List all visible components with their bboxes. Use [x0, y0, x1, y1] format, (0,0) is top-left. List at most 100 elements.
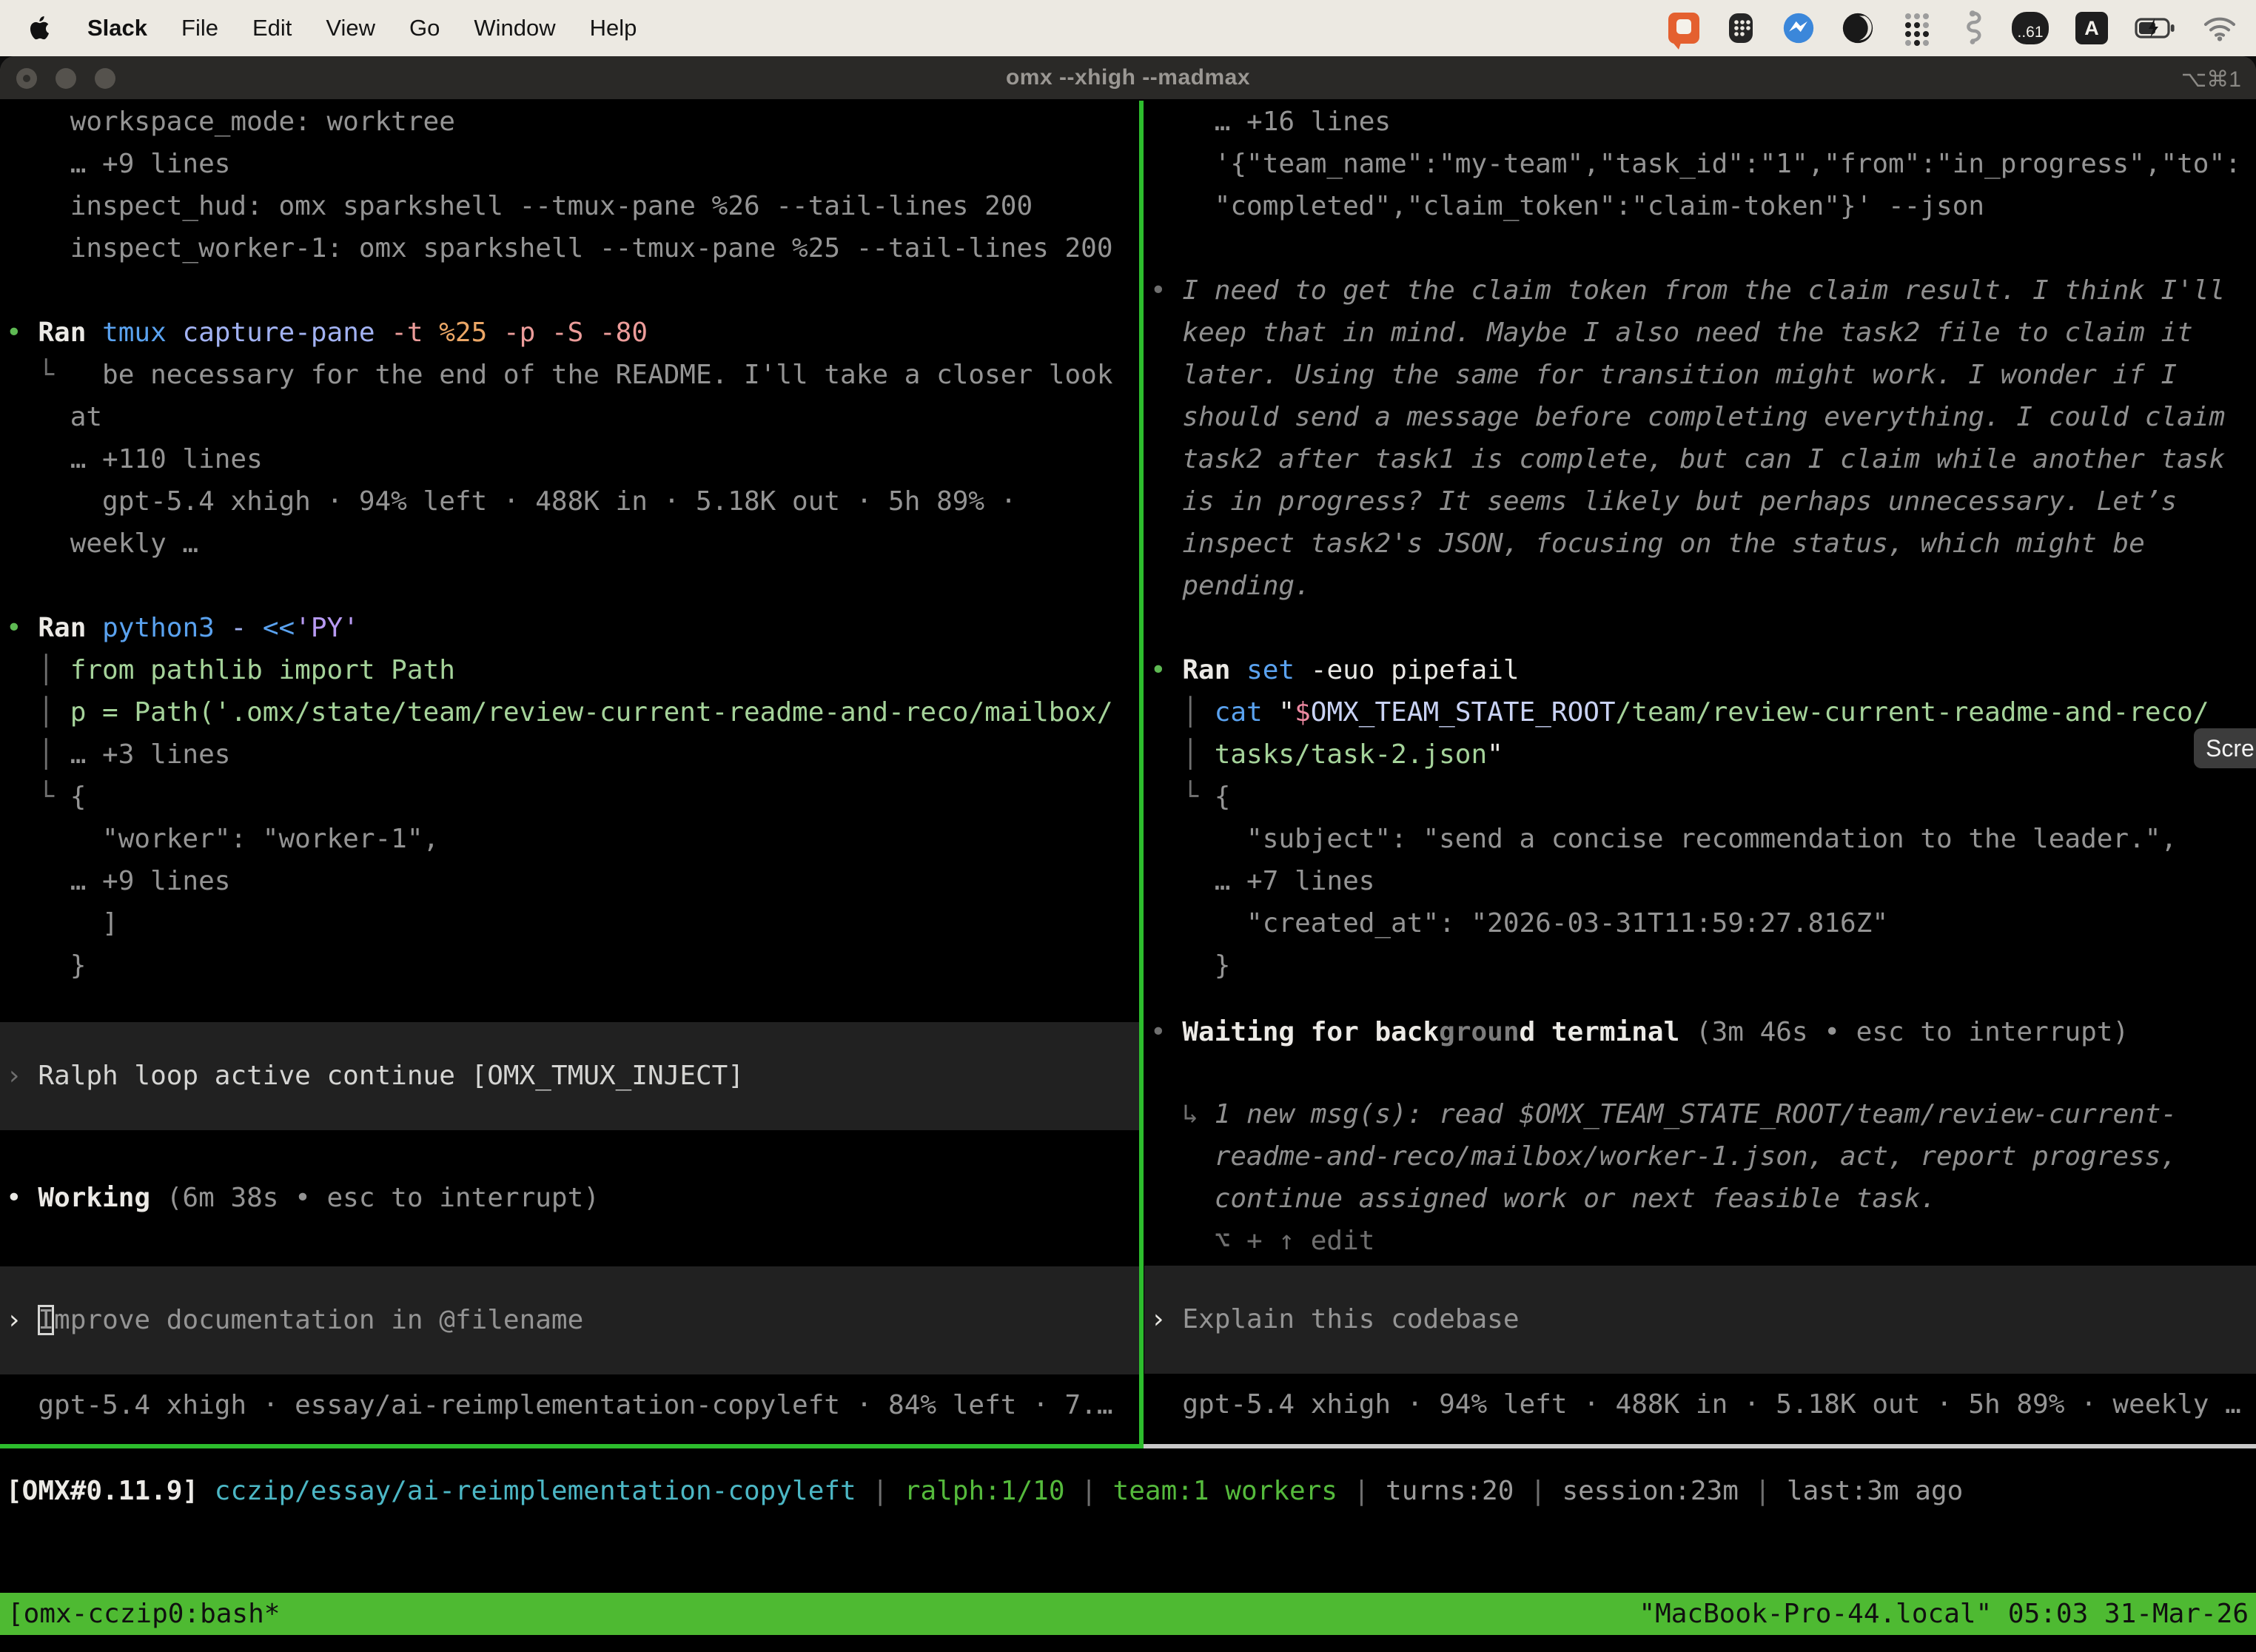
- terminal-line: workspace_mode: worktree: [0, 101, 1139, 143]
- terminal-line: [1144, 227, 2256, 269]
- waiting-status-seg-4: (3m 46s • esc to interrupt): [1679, 1017, 2129, 1047]
- terminal-line: └ {: [0, 776, 1139, 818]
- terminal-line: └ be necessary for the end of the README…: [0, 354, 1139, 396]
- mailbox-message: ↳ 1 new msg(s): read $OMX_TEAM_STATE_ROO…: [1144, 1093, 2256, 1135]
- terminal-text-seg-1: be necessary for the end of the README. …: [102, 360, 1112, 390]
- terminal-line: │ … +3 lines: [0, 733, 1139, 776]
- edit-hint: ⌥ + ↑ edit: [1144, 1220, 2256, 1262]
- window-controls: [16, 68, 115, 89]
- command-ran-tmux-seg-5: -t: [375, 318, 423, 348]
- messenger-icon[interactable]: [1782, 7, 1815, 49]
- tmux-host-clock: "MacBook-Pro-44.local" 05:03 31-Mar-26: [1631, 1593, 2256, 1635]
- notification-chat-icon[interactable]: [1668, 7, 1699, 49]
- terminal-text-seg-0: should send a message before completing …: [1150, 402, 2225, 432]
- zoom-button[interactable]: [95, 68, 115, 89]
- terminal-line: keep that in mind. Maybe I also need the…: [1144, 312, 2256, 354]
- terminal-text-seg-0: └: [1150, 782, 1215, 812]
- prompt-input-left-seg-1: I: [38, 1305, 54, 1335]
- terminal-line: task2 after task1 is complete, but can I…: [1144, 438, 2256, 480]
- tmux-status-bar: [omx-cczip0:bash* "MacBook-Pro-44.local"…: [0, 1593, 2256, 1635]
- tmux-pane-left[interactable]: workspace_mode: worktree … +9 lines insp…: [0, 101, 1139, 1444]
- terminal-line: │ cat "$OMX_TEAM_STATE_ROOT/team/review-…: [1144, 691, 2256, 733]
- terminal-text-seg-0: │: [1150, 739, 1215, 770]
- ralph-loop-bar-seg-0: ›: [6, 1061, 38, 1091]
- wifi-icon[interactable]: [2203, 7, 2237, 49]
- terminal-text-seg-0: gpt-5.4 xhigh · 94% left · 488K in · 5.1…: [6, 486, 1016, 517]
- terminal-line: ]: [0, 902, 1139, 944]
- terminal-text-seg-0: … +7 lines: [1150, 866, 1374, 896]
- terminal-text-seg-0: inspect_worker-1: omx sparkshell --tmux-…: [6, 233, 1113, 263]
- terminal-text-seg-1: from pathlib import Path: [70, 655, 455, 685]
- spacer: [0, 1219, 1139, 1266]
- terminal-text-seg-0: … +110 lines: [6, 444, 263, 474]
- menu-item-file[interactable]: File: [181, 15, 218, 41]
- terminal-text-seg-4: OMX_TEAM_STATE_ROOT: [1311, 697, 1616, 728]
- menu-item-help[interactable]: Help: [590, 15, 637, 41]
- working-status: • Working (6m 38s • esc to interrupt): [0, 1177, 1139, 1219]
- command-ran-tmux-seg-7: -p -S -80: [487, 318, 648, 348]
- dragon-icon[interactable]: [1960, 7, 1985, 49]
- omx-status-seg-4: |: [1081, 1476, 1112, 1506]
- terminal-line: │ tasks/task-2.json": [1144, 733, 2256, 776]
- apple-logo-icon[interactable]: [28, 7, 53, 49]
- dots-grid-icon[interactable]: [1901, 7, 1933, 49]
- terminal-line: [0, 269, 1139, 312]
- terminal-line: … +16 lines: [1144, 101, 2256, 143]
- terminal-text-seg-0: '{"team_name":"my-team","task_id":"1","f…: [1150, 149, 2241, 179]
- prompt-input-right[interactable]: › Explain this codebase: [1144, 1266, 2256, 1374]
- terminal-line: at: [0, 396, 1139, 438]
- terminal-line: should send a message before completing …: [1144, 396, 2256, 438]
- battery-icon[interactable]: [2135, 7, 2176, 49]
- contrast-moon-icon[interactable]: [1842, 7, 1874, 49]
- terminal-line: … +9 lines: [0, 860, 1139, 902]
- terminal-text-seg-0: │: [6, 697, 70, 728]
- command-ran-tmux-seg-6: %25: [423, 318, 488, 348]
- terminal-text-seg-0: pending.: [1150, 571, 1311, 601]
- terminal-text-seg-0: "created_at": "2026-03-31T11:59:27.816Z": [1150, 908, 1888, 939]
- terminal-text-seg-0: keep that in mind. Maybe I also need the…: [1150, 318, 2193, 348]
- minimize-button[interactable]: [56, 68, 76, 89]
- tmux-session-label: [omx-cczip0:bash*: [0, 1593, 287, 1635]
- spacer: [0, 1374, 1139, 1384]
- command-ran-set-seg-4: -euo pipefail: [1295, 655, 1519, 685]
- menu-item-window[interactable]: Window: [474, 15, 555, 41]
- terminal-line: "completed","claim_token":"claim-token"}…: [1144, 185, 2256, 227]
- omx-status-seg-0: [OMX#0.11.9]: [6, 1476, 198, 1506]
- omx-status-seg-5: team:1 workers: [1113, 1476, 1354, 1506]
- omx-status-seg-2: |: [872, 1476, 904, 1506]
- terminal-line: weekly …: [0, 523, 1139, 565]
- omx-status-seg-1: cczip/essay/ai-reimplementation-copyleft: [198, 1476, 872, 1506]
- terminal-text-seg-1: cat: [1215, 697, 1279, 728]
- terminal-text-seg-0: later. Using the same for transition mig…: [1150, 360, 2177, 390]
- command-ran-python3-seg-0: •: [6, 613, 38, 643]
- menu-item-edit[interactable]: Edit: [252, 15, 292, 41]
- terminal-line: └ {: [1144, 776, 2256, 818]
- prompt-input-left[interactable]: › Improve documentation in @filename: [0, 1266, 1139, 1374]
- terminal-line: readme-and-reco/mailbox/worker-1.json, a…: [1144, 1135, 2256, 1178]
- edit-hint-seg-0: ⌥ + ↑ edit: [1150, 1226, 1374, 1256]
- terminal-text-seg-0: is in progress? It seems likely but perh…: [1150, 486, 2177, 517]
- screenshot-tooltip: Scre: [2194, 728, 2256, 768]
- terminal-text-seg-0: "subject": "send a concise recommendatio…: [1150, 824, 2177, 854]
- menu-item-go[interactable]: Go: [409, 15, 440, 41]
- pane-border-bottom-left: [0, 1444, 1144, 1448]
- menu-app-name[interactable]: Slack: [87, 15, 147, 41]
- window-title: omx --xhigh --madmax: [1006, 65, 1250, 90]
- menu-item-view[interactable]: View: [326, 15, 375, 41]
- spacer: [1144, 1053, 2256, 1093]
- terminal-line: "worker": "worker-1",: [0, 818, 1139, 860]
- battery-badge-icon[interactable]: ..61: [2012, 12, 2049, 44]
- close-button[interactable]: [16, 68, 37, 89]
- pane-divider-vertical[interactable]: [1139, 101, 1144, 1447]
- waiting-status-seg-2: groun: [1439, 1017, 1519, 1047]
- window-title-bar[interactable]: omx --xhigh --madmax ⌥⌘1: [0, 56, 2256, 101]
- terminal-line: pending.: [1144, 565, 2256, 607]
- terminal-line: later. Using the same for transition mig…: [1144, 354, 2256, 396]
- tmux-pane-right[interactable]: … +16 lines '{"team_name":"my-team","tas…: [1144, 101, 2256, 1444]
- input-source-icon[interactable]: A: [2075, 12, 2108, 44]
- terminal-text-seg-0: readme-and-reco/mailbox/worker-1.json, a…: [1150, 1141, 2177, 1172]
- terminal-window: omx --xhigh --madmax ⌥⌘1 workspace_mode:…: [0, 56, 2256, 1652]
- keypad-shield-icon[interactable]: [1726, 7, 1756, 49]
- mailbox-message-seg-1: 1 new msg(s): read $OMX_TEAM_STATE_ROOT/…: [1215, 1099, 2177, 1129]
- omx-status-seg-3: ralph:1/10: [904, 1476, 1081, 1506]
